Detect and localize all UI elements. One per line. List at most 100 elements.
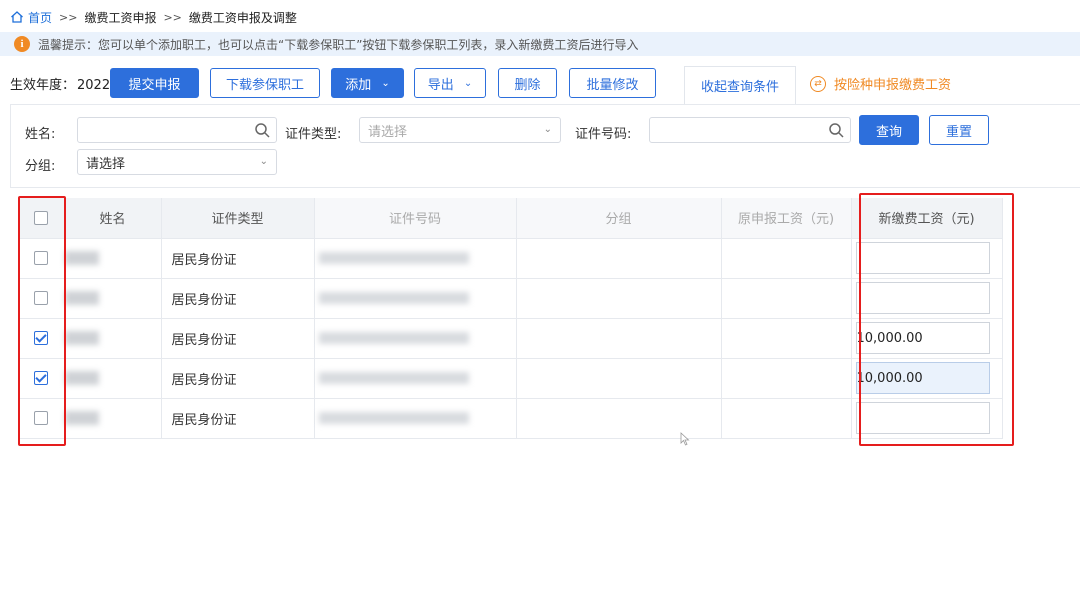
download-insured-staff-button[interactable]: 下载参保职工 (210, 68, 320, 98)
search-icon[interactable] (254, 122, 270, 138)
name-cell (64, 278, 162, 319)
new-wage-input[interactable]: 10,000.00 (855, 322, 990, 354)
id-type-select[interactable]: 请选择 ⌄ (359, 117, 561, 143)
redacted-id-number (318, 332, 469, 344)
group-cell (516, 358, 722, 399)
id-number-cell (314, 398, 517, 439)
home-icon[interactable] (10, 10, 24, 24)
group-cell (516, 398, 722, 439)
row-checkbox[interactable] (33, 251, 48, 265)
table-row: 居民身份证 (18, 278, 1003, 319)
breadcrumb-home-link[interactable]: 首页 (28, 9, 52, 26)
notice-text: 温馨提示：您可以单个添加职工，也可以点击“下载参保职工”按钮下载参保职工列表，录… (38, 37, 639, 52)
collapse-query-label: 收起查询条件 (700, 80, 779, 95)
collapse-query-tab[interactable]: 收起查询条件 (684, 66, 796, 104)
row-checkbox-checked[interactable] (33, 331, 48, 345)
old-wage-cell (721, 238, 852, 279)
group-cell (516, 238, 722, 279)
reset-button[interactable]: 重置 (929, 115, 989, 145)
name-cell (64, 358, 162, 399)
group-select[interactable]: 请选择 ⌄ (77, 149, 277, 175)
id-number-cell (314, 318, 517, 359)
breadcrumb: 首页 >> 缴费工资申报 >> 缴费工资申报及调整 (10, 6, 297, 28)
add-dropdown-button[interactable]: 添加 ⌄ (331, 68, 404, 98)
info-icon: i (14, 36, 30, 52)
column-header-id-number: 证件号码 (314, 198, 517, 239)
old-wage-cell (721, 358, 852, 399)
select-all-checkbox[interactable] (33, 210, 48, 225)
download-insured-staff-label: 下载参保职工 (225, 77, 304, 93)
redacted-id-number (318, 412, 469, 424)
new-wage-cell (851, 238, 1003, 279)
new-wage-cell (851, 398, 1003, 439)
new-wage-input[interactable] (855, 242, 990, 274)
id-type-cell: 居民身份证 (161, 358, 315, 399)
redacted-name (64, 251, 99, 265)
declare-by-insurance-type-label: 按险种申报缴费工资 (834, 78, 952, 93)
add-label: 添加 (345, 77, 372, 93)
group-label: 分组: (25, 159, 56, 174)
redacted-id-number (318, 252, 469, 264)
query-button-label: 查询 (875, 124, 902, 140)
name-cell (64, 318, 162, 359)
id-type-placeholder: 请选择 (368, 124, 408, 140)
mouse-cursor-icon (680, 432, 690, 446)
redacted-id-number (318, 372, 469, 384)
name-cell (64, 398, 162, 439)
table-row: 居民身份证 10,000.00 (18, 358, 1003, 399)
batch-edit-button[interactable]: 批量修改 (569, 68, 656, 98)
column-header-name: 姓名 (64, 198, 162, 239)
column-header-group: 分组 (516, 198, 722, 239)
chevron-down-icon: ⌄ (463, 77, 473, 89)
name-cell (64, 238, 162, 279)
column-header-id-type: 证件类型 (161, 198, 315, 239)
effective-year: 生效年度： 2022 (10, 74, 110, 93)
new-wage-cell (851, 278, 1003, 319)
id-type-label: 证件类型: (285, 127, 342, 142)
new-wage-cell: 10,000.00 (851, 318, 1003, 359)
old-wage-cell (721, 278, 852, 319)
breadcrumb-item-current: 缴费工资申报及调整 (188, 10, 297, 25)
group-select-value: 请选择 (86, 156, 126, 172)
reset-button-label: 重置 (945, 124, 972, 140)
export-dropdown-button[interactable]: 导出 ⌄ (414, 68, 486, 98)
new-wage-input[interactable]: 10,000.00 (855, 362, 990, 394)
redacted-id-number (318, 292, 469, 304)
declare-by-insurance-type-link[interactable]: ⇄ 按险种申报缴费工资 (810, 74, 951, 93)
id-type-cell: 居民身份证 (161, 278, 315, 319)
breadcrumb-item-wage-declaration[interactable]: 缴费工资申报 (84, 9, 156, 26)
effective-year-value: 2022 (77, 78, 111, 93)
batch-edit-label: 批量修改 (586, 77, 639, 93)
id-number-input[interactable] (649, 117, 851, 143)
notice-bar: i 温馨提示：您可以单个添加职工，也可以点击“下载参保职工”按钮下载参保职工列表… (0, 32, 1080, 56)
query-panel: 姓名: 证件类型: 请选择 ⌄ 证件号码: 查询 重置 分组: 请选择 ⌄ (10, 104, 1080, 188)
old-wage-cell (721, 398, 852, 439)
submit-declaration-label: 提交申报 (128, 77, 181, 93)
row-checkbox[interactable] (33, 291, 48, 305)
id-number-cell (314, 238, 517, 279)
id-number-label: 证件号码: (575, 127, 632, 142)
submit-declaration-button[interactable]: 提交申报 (110, 68, 199, 98)
name-input[interactable] (77, 117, 277, 143)
new-wage-input[interactable] (855, 402, 990, 434)
row-checkbox-checked[interactable] (33, 371, 48, 385)
id-type-cell: 居民身份证 (161, 238, 315, 279)
chevron-down-icon: ⌄ (543, 124, 552, 135)
id-type-cell: 居民身份证 (161, 398, 315, 439)
table-row: 居民身份证 (18, 238, 1003, 279)
query-button[interactable]: 查询 (859, 115, 919, 145)
redacted-name (64, 331, 99, 345)
breadcrumb-separator: >> (163, 10, 182, 24)
effective-year-label: 生效年度： (10, 78, 76, 93)
new-wage-input[interactable] (855, 282, 990, 314)
table-header-row: 姓名 证件类型 证件号码 分组 原申报工资（元) 新缴费工资（元) (18, 198, 1003, 239)
redacted-name (64, 371, 99, 385)
search-icon[interactable] (828, 122, 844, 138)
table-row: 居民身份证 (18, 398, 1003, 439)
toolbar: 生效年度： 2022 提交申报 下载参保职工 添加 ⌄ 导出 ⌄ 删除 批量修改 收起… (0, 66, 1080, 104)
column-header-old-wage: 原申报工资（元) (721, 198, 852, 239)
redacted-name (64, 411, 99, 425)
row-checkbox[interactable] (33, 411, 48, 425)
delete-button[interactable]: 删除 (498, 68, 557, 98)
new-wage-cell: 10,000.00 (851, 358, 1003, 399)
